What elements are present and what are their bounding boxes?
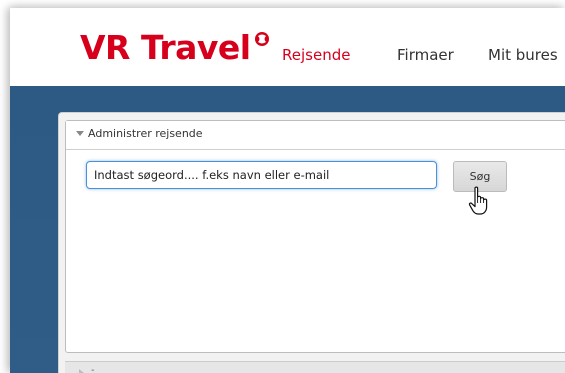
caret-right-icon[interactable] [79, 369, 84, 373]
collapsed-section[interactable]: - [65, 361, 565, 373]
section-title: Administrer rejsende [88, 127, 203, 140]
site-header: VR Travel Rejsende Firmaer Mit bures [10, 8, 565, 86]
hand-pointer-icon [468, 186, 488, 215]
nav-item-mit-bureau[interactable]: Mit bures [488, 46, 558, 64]
logo-text: VR Travel [80, 28, 251, 67]
content-panel: Administrer rejsende Søg - [58, 112, 565, 373]
search-input[interactable] [86, 161, 437, 189]
vr-logo-mark-icon [254, 32, 269, 46]
nav-item-rejsende[interactable]: Rejsende [282, 46, 350, 64]
caret-down-icon[interactable] [76, 131, 84, 136]
vr-travel-logo[interactable]: VR Travel [80, 28, 271, 74]
manage-travelers-section: Administrer rejsende Søg [65, 120, 565, 353]
nav-item-firmaer[interactable]: Firmaer [397, 46, 454, 64]
section-header[interactable]: Administrer rejsende [66, 121, 565, 150]
collapsed-section-title: - [91, 365, 95, 373]
